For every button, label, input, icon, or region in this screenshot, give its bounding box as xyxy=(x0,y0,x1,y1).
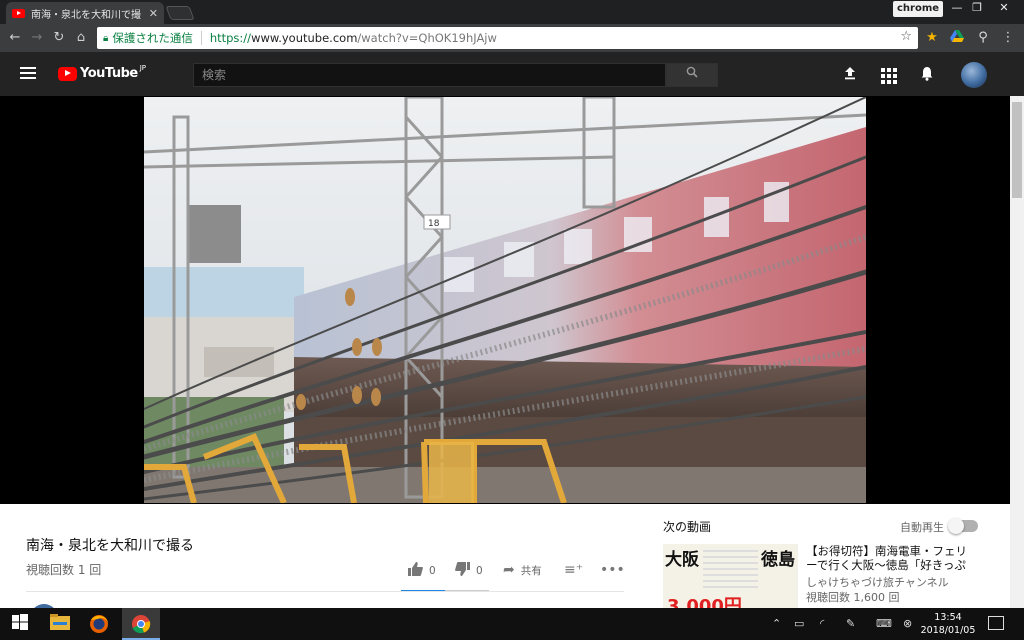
youtube-header: YouTube JP 検索 xyxy=(0,52,1024,96)
url-path: /watch?v=QhOK19hJAjw xyxy=(357,31,497,45)
firefox-icon[interactable] xyxy=(89,614,111,634)
browser-toolbar: ← → ↻ ⌂ 🔒︎ 保護された通信 https:// www.youtube.… xyxy=(0,24,1024,52)
autoplay-label: 自動再生 xyxy=(900,521,944,534)
video-title: 南海・泉北を大和川で撮る xyxy=(26,538,194,554)
thumbnail-text-tokushima: 徳島 xyxy=(761,550,795,570)
section-divider xyxy=(26,591,624,592)
share-arrow-icon: ➦ xyxy=(503,562,515,578)
recommended-video-channel[interactable]: しゃけちゃづけ旅チャンネル xyxy=(806,574,949,590)
lock-icon: 🔒︎ xyxy=(103,32,109,44)
windows-taskbar: ⌃ ▭ ◜ ✎ ⌨ ⊗ 13:54 2018/01/05 xyxy=(0,608,1024,640)
youtube-logo[interactable]: YouTube JP xyxy=(58,63,147,81)
video-player[interactable]: 18 xyxy=(144,97,866,503)
like-button[interactable]: 0 xyxy=(408,562,436,580)
thumbnail-timetable-graphic xyxy=(703,548,758,588)
search-input[interactable]: 検索 xyxy=(193,63,666,87)
share-button[interactable]: ➦ 共有 xyxy=(503,562,542,578)
close-window-icon[interactable]: ✕ xyxy=(992,0,1016,16)
video-frame-image: 18 xyxy=(144,97,866,503)
bookmark-star-icon[interactable]: ☆ xyxy=(900,29,912,44)
home-icon[interactable]: ⌂ xyxy=(72,29,90,47)
svg-text:18: 18 xyxy=(428,219,440,229)
youtube-favicon-icon xyxy=(12,8,25,18)
reload-icon[interactable]: ↻ xyxy=(50,29,68,47)
action-center-icon[interactable] xyxy=(988,616,1004,630)
apps-grid-icon[interactable] xyxy=(879,66,897,84)
watch-page-content: 南海・泉北を大和川で撮る 視聴回数 1 回 0 0 ➦ 共有 ≡⁺ ••• 次の… xyxy=(0,504,1010,632)
view-count: 視聴回数 1 回 xyxy=(26,563,102,577)
search-button[interactable] xyxy=(666,63,718,87)
pen-icon[interactable]: ✎ xyxy=(846,617,855,630)
add-to-playlist-button[interactable]: ≡⁺ xyxy=(564,562,589,578)
playlist-add-icon: ≡⁺ xyxy=(564,562,584,578)
keyboard-icon[interactable]: ⌨ xyxy=(876,617,892,630)
location-extension-icon[interactable]: ⚲ xyxy=(975,30,991,46)
guide-menu-icon[interactable] xyxy=(20,67,36,80)
clock-date: 2018/01/05 xyxy=(920,625,976,636)
battery-icon[interactable]: ▭ xyxy=(794,617,804,630)
windows-start-icon[interactable] xyxy=(12,614,34,634)
more-horizontal-icon: ••• xyxy=(600,562,625,578)
secure-connection-label[interactable]: 保護された通信 xyxy=(112,30,193,46)
chrome-menu-icon[interactable]: ⋮ xyxy=(1000,30,1016,46)
like-count: 0 xyxy=(429,565,436,577)
url-scheme: https:// xyxy=(209,31,252,45)
dislike-count: 0 xyxy=(476,565,483,577)
omnibox-separator xyxy=(200,31,202,45)
ime-off-icon[interactable]: ⊗ xyxy=(903,617,912,630)
region-label: JP xyxy=(139,63,147,72)
upload-icon[interactable] xyxy=(841,66,859,84)
thumbnail-text-price: 3,000円 xyxy=(667,596,742,608)
recommended-video-thumbnail[interactable]: 大阪 徳島 3,000円 xyxy=(663,544,798,608)
new-tab-button[interactable] xyxy=(165,6,195,20)
taskbar-clock[interactable]: 13:54 2018/01/05 xyxy=(918,611,978,637)
dislike-button[interactable]: 0 xyxy=(455,562,483,580)
browser-tab-youtube[interactable]: 南海・泉北を大和川で撮 ✕ xyxy=(6,2,164,24)
youtube-wordmark: YouTube xyxy=(80,66,138,81)
restore-window-icon[interactable]: ❐ xyxy=(965,0,989,16)
search-icon xyxy=(686,66,698,78)
address-bar[interactable]: 🔒︎ 保護された通信 https:// www.youtube.com /wat… xyxy=(97,27,918,49)
chrome-icon xyxy=(132,615,151,634)
tab-close-icon[interactable]: ✕ xyxy=(149,7,158,20)
notifications-bell-icon[interactable] xyxy=(918,66,936,84)
account-avatar[interactable] xyxy=(961,62,987,88)
wifi-icon[interactable]: ◜ xyxy=(820,617,824,630)
chrome-taskbar-button[interactable] xyxy=(122,608,160,640)
google-drive-icon[interactable] xyxy=(949,30,965,46)
more-actions-button[interactable]: ••• xyxy=(600,562,631,578)
autoplay-toggle[interactable] xyxy=(948,518,978,534)
browser-tab-strip: 南海・泉北を大和川で撮 ✕ chrome — ❐ ✕ xyxy=(0,0,1024,24)
clock-time: 13:54 xyxy=(934,612,962,623)
up-next-heading: 次の動画 xyxy=(663,520,712,534)
thumbnail-text-osaka: 大阪 xyxy=(665,550,699,570)
bookmark-extension-icon[interactable]: ★ xyxy=(924,30,940,46)
tab-title: 南海・泉北を大和川で撮 xyxy=(31,9,141,21)
recommended-video-views: 視聴回数 1,600 回 xyxy=(806,591,900,604)
scrollbar-thumb[interactable] xyxy=(1012,102,1022,198)
forward-arrow-icon[interactable]: → xyxy=(28,29,46,47)
share-label: 共有 xyxy=(520,564,542,577)
file-explorer-icon[interactable] xyxy=(50,614,72,634)
thumbs-up-icon xyxy=(408,562,423,580)
recommended-video-title[interactable]: 【お得切符】南海電車・フェリーで行く大阪〜徳島「好きっぷ xyxy=(806,544,976,572)
back-arrow-icon[interactable]: ← xyxy=(6,29,24,47)
youtube-play-icon xyxy=(58,66,77,81)
tray-overflow-chevron-icon[interactable]: ⌃ xyxy=(772,617,781,630)
url-host: www.youtube.com xyxy=(251,31,358,45)
thumbs-down-icon xyxy=(455,562,470,580)
profile-button[interactable]: chrome xyxy=(893,1,943,17)
